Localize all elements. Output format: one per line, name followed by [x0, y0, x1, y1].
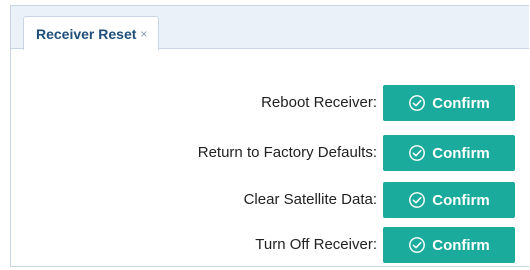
turn-off-receiver-confirm-button[interactable]: Confirm [383, 227, 515, 263]
tab-label: Receiver Reset [36, 25, 137, 42]
clear-satellite-data-label: Clear Satellite Data: [243, 191, 377, 208]
action-row-clear-satellite: Clear Satellite Data: Confirm [10, 182, 529, 218]
tab-receiver-reset[interactable]: Receiver Reset × [23, 16, 160, 50]
confirm-button-label: Confirm [432, 191, 490, 209]
action-row-reboot: Reboot Receiver: Confirm [10, 85, 529, 121]
reboot-receiver-label: Reboot Receiver: [261, 94, 377, 111]
action-row-factory-defaults: Return to Factory Defaults: Confirm [10, 135, 529, 171]
check-circle-icon [409, 145, 426, 161]
turn-off-receiver-label: Turn Off Receiver: [255, 236, 377, 253]
check-circle-icon [409, 192, 426, 208]
confirm-button-label: Confirm [432, 236, 490, 254]
clear-satellite-data-confirm-button[interactable]: Confirm [383, 182, 515, 218]
tab-close-icon[interactable]: × [140, 27, 147, 41]
factory-defaults-confirm-button[interactable]: Confirm [383, 135, 515, 171]
confirm-button-label: Confirm [432, 144, 490, 162]
check-circle-icon [409, 237, 426, 253]
check-circle-icon [409, 95, 426, 111]
confirm-button-label: Confirm [432, 94, 490, 112]
tab-bar: Receiver Reset × [11, 6, 529, 50]
factory-defaults-label: Return to Factory Defaults: [197, 144, 377, 161]
action-row-turn-off: Turn Off Receiver: Confirm [10, 227, 529, 263]
receiver-reset-panel: Receiver Reset × Reboot Receiver: Confir… [10, 5, 529, 267]
reboot-receiver-confirm-button[interactable]: Confirm [383, 85, 515, 121]
